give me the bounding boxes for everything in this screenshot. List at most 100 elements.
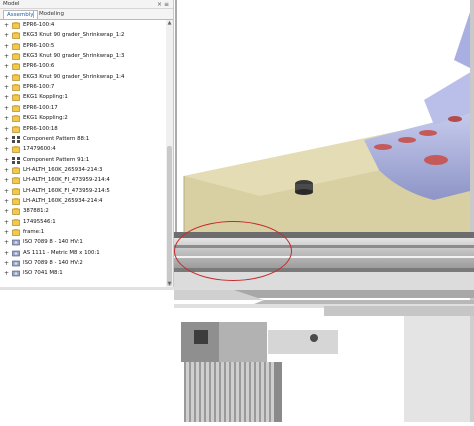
tree-item[interactable]: + Component Pattern 88:1: [0, 135, 166, 144]
expand-icon[interactable]: +: [4, 126, 9, 132]
tree-item[interactable]: + LH-ALTH_160K_265934-214:3: [0, 166, 166, 175]
tree-item-label: EPR6-100:6: [23, 63, 55, 70]
tree-item-label: LH-ALTH_160K_FI_473959-214:4: [23, 177, 110, 184]
expand-icon[interactable]: +: [4, 116, 9, 122]
tree-item-label: frame:1: [23, 229, 45, 235]
pattern-icon: [12, 135, 20, 143]
tree-item-label: EKG3 Knut 90 grader_Shrinkwrap_1:3: [23, 53, 125, 60]
fastener-icon: [12, 250, 20, 257]
expand-icon[interactable]: +: [4, 95, 9, 101]
part-icon: [12, 94, 20, 102]
tree-scrollbar[interactable]: ▲ ▼: [166, 20, 173, 287]
expand-icon[interactable]: +: [4, 250, 9, 256]
panel-resize-edge[interactable]: [0, 287, 174, 290]
scroll-thumb[interactable]: [167, 146, 172, 286]
panel-title-bar: Model × ≡: [0, 0, 173, 9]
tree-item-label: EKG3 Knut 90 grader_Shrinkwrap_1:2: [23, 32, 125, 39]
tree-item[interactable]: + LH-ALTH_160K_FI_473959-214:4: [0, 176, 166, 185]
tree-item[interactable]: + ISO 7089 8 - 140 HV:1: [0, 238, 166, 247]
part-icon: [12, 177, 20, 185]
tree-item[interactable]: + EKG3 Knut 90 grader_Shrinkwrap_1:2: [0, 31, 166, 40]
tree-item-label: ISO 7089 8 - 140 HV:2: [23, 260, 83, 267]
tree-item[interactable]: + EPR6-100:6: [0, 62, 166, 71]
part-icon: [12, 187, 20, 195]
expand-icon[interactable]: +: [4, 230, 9, 236]
tree-item-label: LH-ALTH_160K_265934-214:4: [23, 197, 103, 204]
tree-item-label: LH-ALTH_160K_265934-214:3: [23, 166, 103, 173]
tree-item[interactable]: + EKG1 Koppling:1: [0, 93, 166, 102]
part-icon: [12, 146, 20, 153]
browser-tabs: Assembly Modeling: [0, 9, 173, 20]
expand-icon[interactable]: +: [4, 136, 9, 142]
tree-item-label: EKG1 Koppling:2: [23, 115, 68, 122]
tree-item[interactable]: + AS 1111 - Metric M8 x 100:1: [0, 249, 166, 258]
3d-viewport[interactable]: [174, 0, 474, 422]
tree-item[interactable]: +387881:2: [0, 207, 166, 216]
expand-icon[interactable]: +: [4, 240, 9, 246]
part-icon: [12, 208, 20, 216]
tree-item[interactable]: + EPR6-100:7: [0, 83, 166, 92]
tree-item[interactable]: + EKG1 Koppling:2: [0, 114, 166, 123]
tree-item[interactable]: +17495546:1: [0, 218, 166, 227]
tree-item-label: ISO 7041 M8:1: [23, 270, 63, 277]
tree-item-label: 17495546:1: [23, 218, 56, 225]
expand-icon[interactable]: +: [4, 54, 9, 60]
tree-item-label: EKG1 Koppling:1: [23, 94, 68, 101]
part-icon: [12, 115, 20, 122]
fastener-icon: [12, 239, 20, 246]
expand-icon[interactable]: +: [4, 74, 9, 80]
expand-icon[interactable]: +: [4, 147, 9, 153]
tab-modeling[interactable]: Modeling: [36, 10, 67, 18]
tree-item-label: EPR6-100:17: [23, 104, 58, 111]
tree-item[interactable]: + EKG3 Knut 90 grader_Shrinkwrap_1:4: [0, 73, 166, 82]
expand-icon[interactable]: +: [4, 167, 9, 173]
expand-icon[interactable]: +: [4, 64, 9, 70]
tree-item[interactable]: + EKG3 Knut 90 grader_Shrinkwrap_1:3: [0, 52, 166, 61]
tree-item-label: Component Pattern 91:1: [23, 156, 90, 163]
close-icon[interactable]: ×: [157, 0, 162, 9]
part-icon: [12, 125, 20, 133]
cad-model-render: [174, 0, 474, 422]
part-icon: [12, 229, 20, 236]
tree-item[interactable]: + LH-ALTH_160K_FI_473959-214:5: [0, 187, 166, 196]
tree-item-label: 387881:2: [23, 208, 49, 215]
expand-icon[interactable]: +: [4, 178, 9, 184]
tree-item[interactable]: + EPR6-100:4: [0, 21, 166, 30]
pattern-icon: [12, 156, 20, 164]
expand-icon[interactable]: +: [4, 198, 9, 204]
panel-title: Model: [3, 1, 20, 7]
tree-item[interactable]: + LH-ALTH_160K_265934-214:4: [0, 197, 166, 206]
tree-item[interactable]: + ISO 7041 M8:1: [0, 269, 166, 278]
expand-icon[interactable]: +: [4, 23, 9, 29]
expand-icon[interactable]: +: [4, 33, 9, 39]
expand-icon[interactable]: +: [4, 188, 9, 194]
expand-icon[interactable]: +: [4, 209, 9, 215]
part-icon: [12, 73, 20, 81]
expand-icon[interactable]: +: [4, 157, 9, 163]
expand-icon[interactable]: +: [4, 85, 9, 91]
expand-icon[interactable]: +: [4, 105, 9, 111]
fastener-icon: [12, 270, 20, 277]
expand-icon[interactable]: +: [4, 219, 9, 225]
red-annotation-ellipse: [174, 221, 292, 281]
tree-item[interactable]: + EPR6-100:5: [0, 42, 166, 51]
fluted-leg: [184, 362, 274, 422]
expand-icon[interactable]: +: [4, 261, 9, 267]
expand-icon[interactable]: +: [4, 271, 9, 277]
tree-item[interactable]: + EPR6-100:18: [0, 125, 166, 134]
tree-item-label: AS 1111 - Metric M8 x 100:1: [23, 249, 100, 256]
part-icon: [12, 84, 20, 91]
tree-item-label: EPR6-100:18: [23, 125, 58, 132]
part-icon: [12, 197, 20, 205]
expand-icon[interactable]: +: [4, 43, 9, 49]
part-icon: [12, 218, 20, 226]
menu-icon[interactable]: ≡: [164, 0, 169, 9]
fastener-icon: [12, 260, 20, 267]
tree-item[interactable]: + EPR6-100:17: [0, 104, 166, 113]
tree-item[interactable]: + Component Pattern 91:1: [0, 156, 166, 165]
tree-item[interactable]: + ISO 7089 8 - 140 HV:2: [0, 259, 166, 268]
tree-item-label: 17479600:4: [23, 146, 56, 153]
scroll-up-icon[interactable]: ▲: [166, 20, 173, 26]
tree-item[interactable]: +17479600:4: [0, 145, 166, 154]
tree-item[interactable]: + frame:1: [0, 228, 166, 237]
